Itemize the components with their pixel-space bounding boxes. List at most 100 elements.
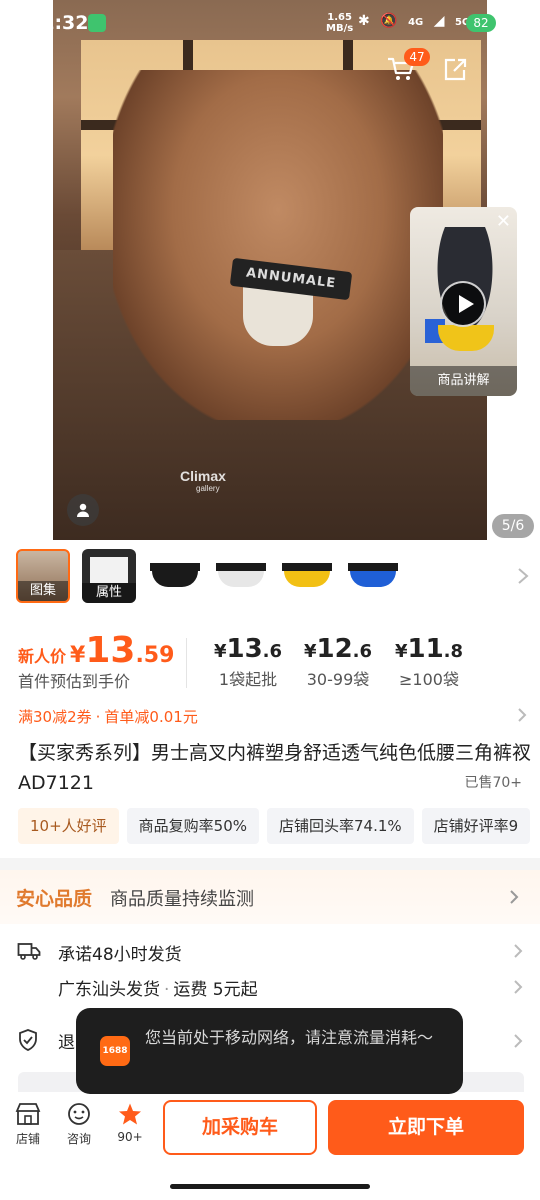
bottom-action-bar: 店铺 咨询 90+ 加采购车 立即下单 bbox=[0, 1094, 540, 1200]
thumb-brief bbox=[284, 571, 330, 587]
attributes-sheet bbox=[90, 557, 128, 583]
shipping-promise[interactable]: 承诺48小时发货 bbox=[58, 940, 182, 965]
tier-currency: ¥ bbox=[303, 641, 317, 662]
coupon-separator: · bbox=[95, 708, 101, 726]
quality-assurance-row[interactable]: 安心品质 商品质量持续监测 bbox=[0, 870, 540, 924]
model-figure bbox=[113, 70, 443, 420]
shipping-origin-row[interactable]: 广东汕头发货 · 运费 5元起 bbox=[58, 975, 258, 1000]
thumbnail-strip: 图集 属性 bbox=[0, 546, 540, 608]
app-logo-icon: 1688 bbox=[100, 1036, 130, 1066]
buy-now-button[interactable]: 立即下单 bbox=[328, 1100, 524, 1155]
video-label: 商品讲解 bbox=[410, 366, 517, 396]
chevron-right-icon[interactable] bbox=[516, 706, 528, 724]
consult-label: 咨询 bbox=[66, 1132, 91, 1146]
thumb-waistband bbox=[216, 563, 266, 571]
tier-quantity: 1袋起批 bbox=[218, 670, 278, 689]
thumb-attributes-label: 属性 bbox=[82, 583, 136, 603]
tier-currency: ¥ bbox=[213, 641, 227, 662]
play-icon[interactable] bbox=[440, 281, 486, 327]
close-icon[interactable]: ✕ bbox=[496, 211, 511, 232]
favorite-count: 90+ bbox=[117, 1130, 143, 1144]
thumb-color-blue[interactable] bbox=[346, 549, 400, 603]
section-divider bbox=[0, 858, 540, 870]
thumb-brief bbox=[218, 571, 264, 587]
chevron-right-icon[interactable] bbox=[512, 1032, 524, 1050]
price-tier: ¥13.6 1袋起批 bbox=[210, 634, 286, 690]
chevron-right-icon bbox=[508, 888, 520, 906]
coupon-row[interactable]: 满30减2券 · 首单减0.01元 bbox=[18, 706, 198, 727]
favorite-button[interactable]: 90+ bbox=[110, 1102, 150, 1144]
wechat-notification-icon bbox=[88, 14, 106, 32]
price-integer: 13 bbox=[85, 630, 136, 671]
thumb-waistband bbox=[348, 563, 398, 571]
tier-price: ¥12.6 bbox=[298, 634, 378, 664]
watermark-text: Climax bbox=[180, 468, 226, 484]
add-to-cart-button[interactable]: 加采购车 bbox=[163, 1100, 317, 1155]
sold-count: 已售70+ bbox=[464, 775, 522, 791]
price-divider bbox=[186, 638, 187, 688]
price-tier: ¥11.8 ≥100袋 bbox=[394, 634, 464, 690]
tier-quantity: ≥100袋 bbox=[399, 670, 459, 689]
tier-price: ¥13.6 bbox=[210, 634, 286, 664]
network-4g: 4G bbox=[408, 17, 424, 28]
price-currency: ¥ bbox=[70, 643, 86, 668]
truck-icon bbox=[17, 940, 41, 962]
coupon-item[interactable]: 首单减0.01元 bbox=[104, 708, 197, 726]
network-toast: 1688 您当前处于移动网络，请注意流量消耗～ bbox=[76, 1008, 463, 1094]
signal-icon: ◢ bbox=[433, 13, 445, 29]
thumb-brief bbox=[350, 571, 396, 587]
consult-button[interactable]: 咨询 bbox=[59, 1102, 99, 1147]
user-avatar-icon[interactable] bbox=[67, 494, 99, 526]
product-video-float[interactable]: ✕ 商品讲解 bbox=[410, 207, 517, 396]
thumb-waistband bbox=[282, 563, 332, 571]
bluetooth-icon: ✱ bbox=[358, 13, 370, 29]
back-icon[interactable] bbox=[20, 58, 44, 82]
coupon-item[interactable]: 满30减2券 bbox=[18, 708, 92, 726]
tag-return-rate[interactable]: 店铺回头率74.1% bbox=[267, 808, 414, 844]
tier-quantity: 30-99袋 bbox=[306, 670, 370, 689]
price-block: 新人价 ¥13.59 首件预估到手价 ¥13.6 1袋起批 ¥12.6 30-99… bbox=[0, 626, 540, 696]
thumb-brief bbox=[152, 571, 198, 587]
tier-currency: ¥ bbox=[394, 641, 408, 662]
thumb-album-label: 图集 bbox=[18, 581, 68, 601]
price-tier: ¥12.6 30-99袋 bbox=[298, 634, 378, 690]
home-indicator[interactable] bbox=[170, 1184, 370, 1189]
price-subtitle: 首件预估到手价 bbox=[18, 672, 131, 691]
shipping-origin: 广东汕头发货 bbox=[58, 980, 160, 1000]
thumb-attributes[interactable]: 属性 bbox=[82, 549, 136, 603]
price-label: 新人价 bbox=[18, 647, 67, 666]
network-speed-value: 1.65 bbox=[327, 12, 352, 23]
shipping-separator: · bbox=[164, 980, 170, 1000]
page-indicator: 5/6 bbox=[492, 514, 534, 538]
store-label: 店铺 bbox=[15, 1132, 40, 1146]
tag-reviews[interactable]: 10+人好评 bbox=[18, 808, 119, 844]
tier-integer: 11 bbox=[407, 634, 444, 664]
share-icon[interactable] bbox=[442, 57, 468, 83]
return-policy[interactable]: 退 bbox=[58, 1028, 75, 1053]
new-user-price: 新人价 ¥13.59 bbox=[18, 630, 174, 671]
chevron-right-icon[interactable] bbox=[516, 566, 530, 586]
thumb-color-black[interactable] bbox=[148, 549, 202, 603]
thumb-color-white[interactable] bbox=[214, 549, 268, 603]
price-decimal: .59 bbox=[135, 643, 175, 668]
network-speed: 1.65 MB/s bbox=[326, 12, 353, 34]
quality-subtitle: 商品质量持续监测 bbox=[110, 889, 254, 910]
shipping-fee: 运费 5元起 bbox=[173, 980, 258, 1000]
more-options-icon[interactable] bbox=[496, 60, 524, 80]
store-button[interactable]: 店铺 bbox=[8, 1102, 48, 1147]
thumb-album[interactable]: 图集 bbox=[16, 549, 70, 603]
product-on-model bbox=[243, 286, 313, 346]
toast-message: 您当前处于移动网络，请注意流量消耗～ bbox=[145, 1028, 434, 1047]
battery-indicator: 82 bbox=[466, 14, 496, 32]
watermark-subtext: gallery bbox=[196, 484, 220, 493]
shield-check-icon bbox=[17, 1028, 39, 1052]
tier-integer: 12 bbox=[316, 634, 353, 664]
thumb-color-yellow[interactable] bbox=[280, 549, 334, 603]
tag-repurchase[interactable]: 商品复购率50% bbox=[126, 808, 259, 844]
tag-store-rating[interactable]: 店铺好评率9 bbox=[421, 808, 531, 844]
chevron-right-icon[interactable] bbox=[512, 978, 524, 996]
product-title: 【买家秀系列】男士高叉内裤塑身舒适透气纯色低腰三角裤衩AD7121 bbox=[18, 742, 532, 794]
chevron-right-icon[interactable] bbox=[512, 942, 524, 960]
chat-face-icon bbox=[68, 1103, 90, 1125]
tier-decimal: .6 bbox=[352, 641, 373, 662]
